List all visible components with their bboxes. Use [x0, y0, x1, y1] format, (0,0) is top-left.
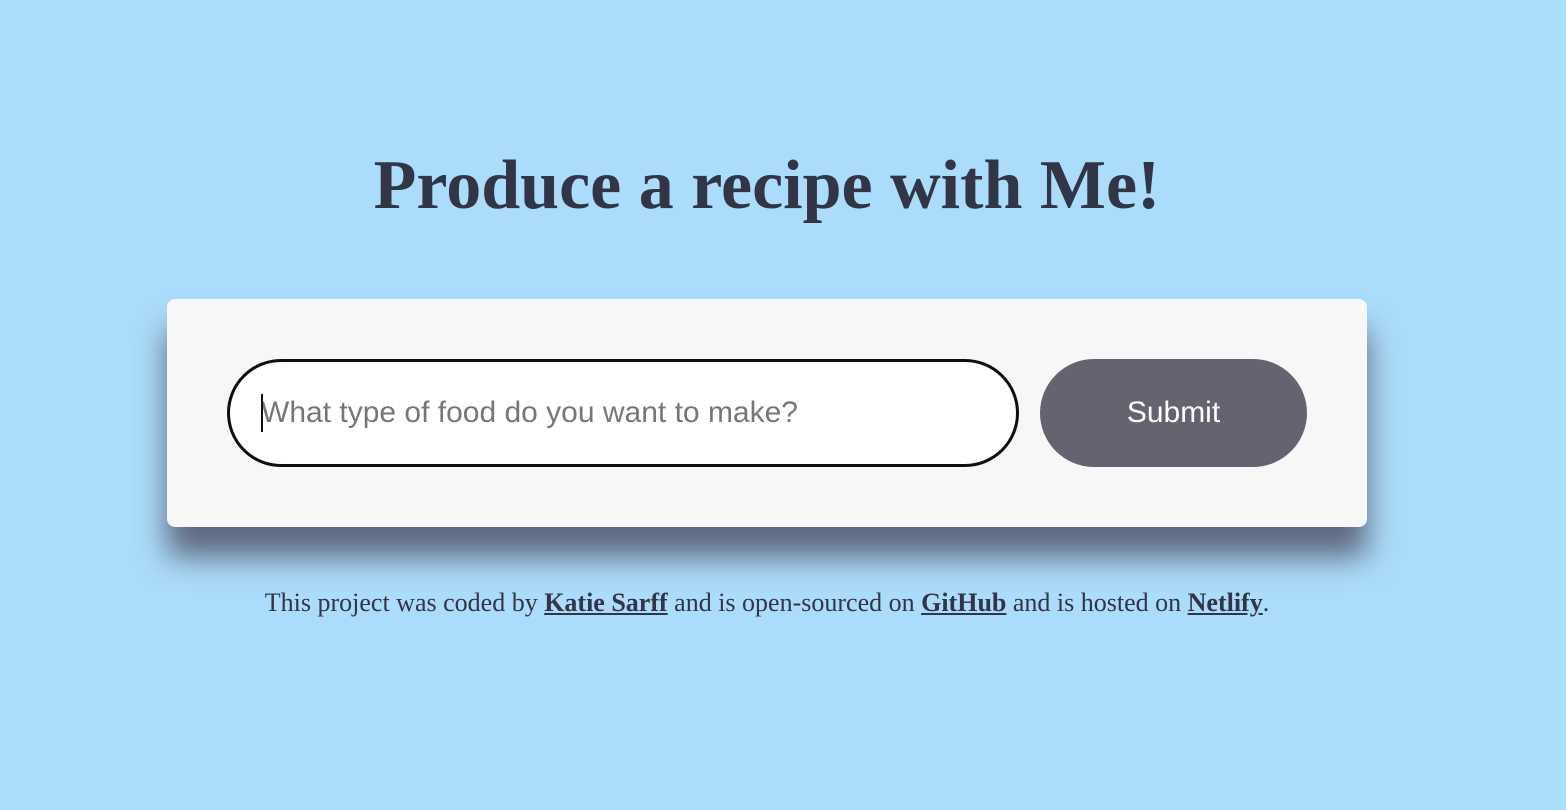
footer-text: and is hosted on	[1006, 588, 1188, 617]
page-title: Produce a recipe with Me!	[373, 147, 1161, 224]
search-card: Submit	[167, 299, 1367, 527]
footer-text: This project was coded by	[264, 588, 545, 617]
netlify-link[interactable]: Netlify	[1188, 588, 1263, 617]
footer-text: .	[1262, 588, 1270, 617]
github-link[interactable]: GitHub	[921, 588, 1006, 617]
search-input[interactable]	[227, 359, 1019, 467]
footer-text: and is open-sourced on	[667, 588, 922, 617]
text-cursor	[261, 394, 263, 432]
footer: This project was coded by Katie Sarff an…	[0, 586, 1534, 620]
submit-button[interactable]: Submit	[1040, 359, 1307, 467]
author-link[interactable]: Katie Sarff	[544, 588, 667, 617]
